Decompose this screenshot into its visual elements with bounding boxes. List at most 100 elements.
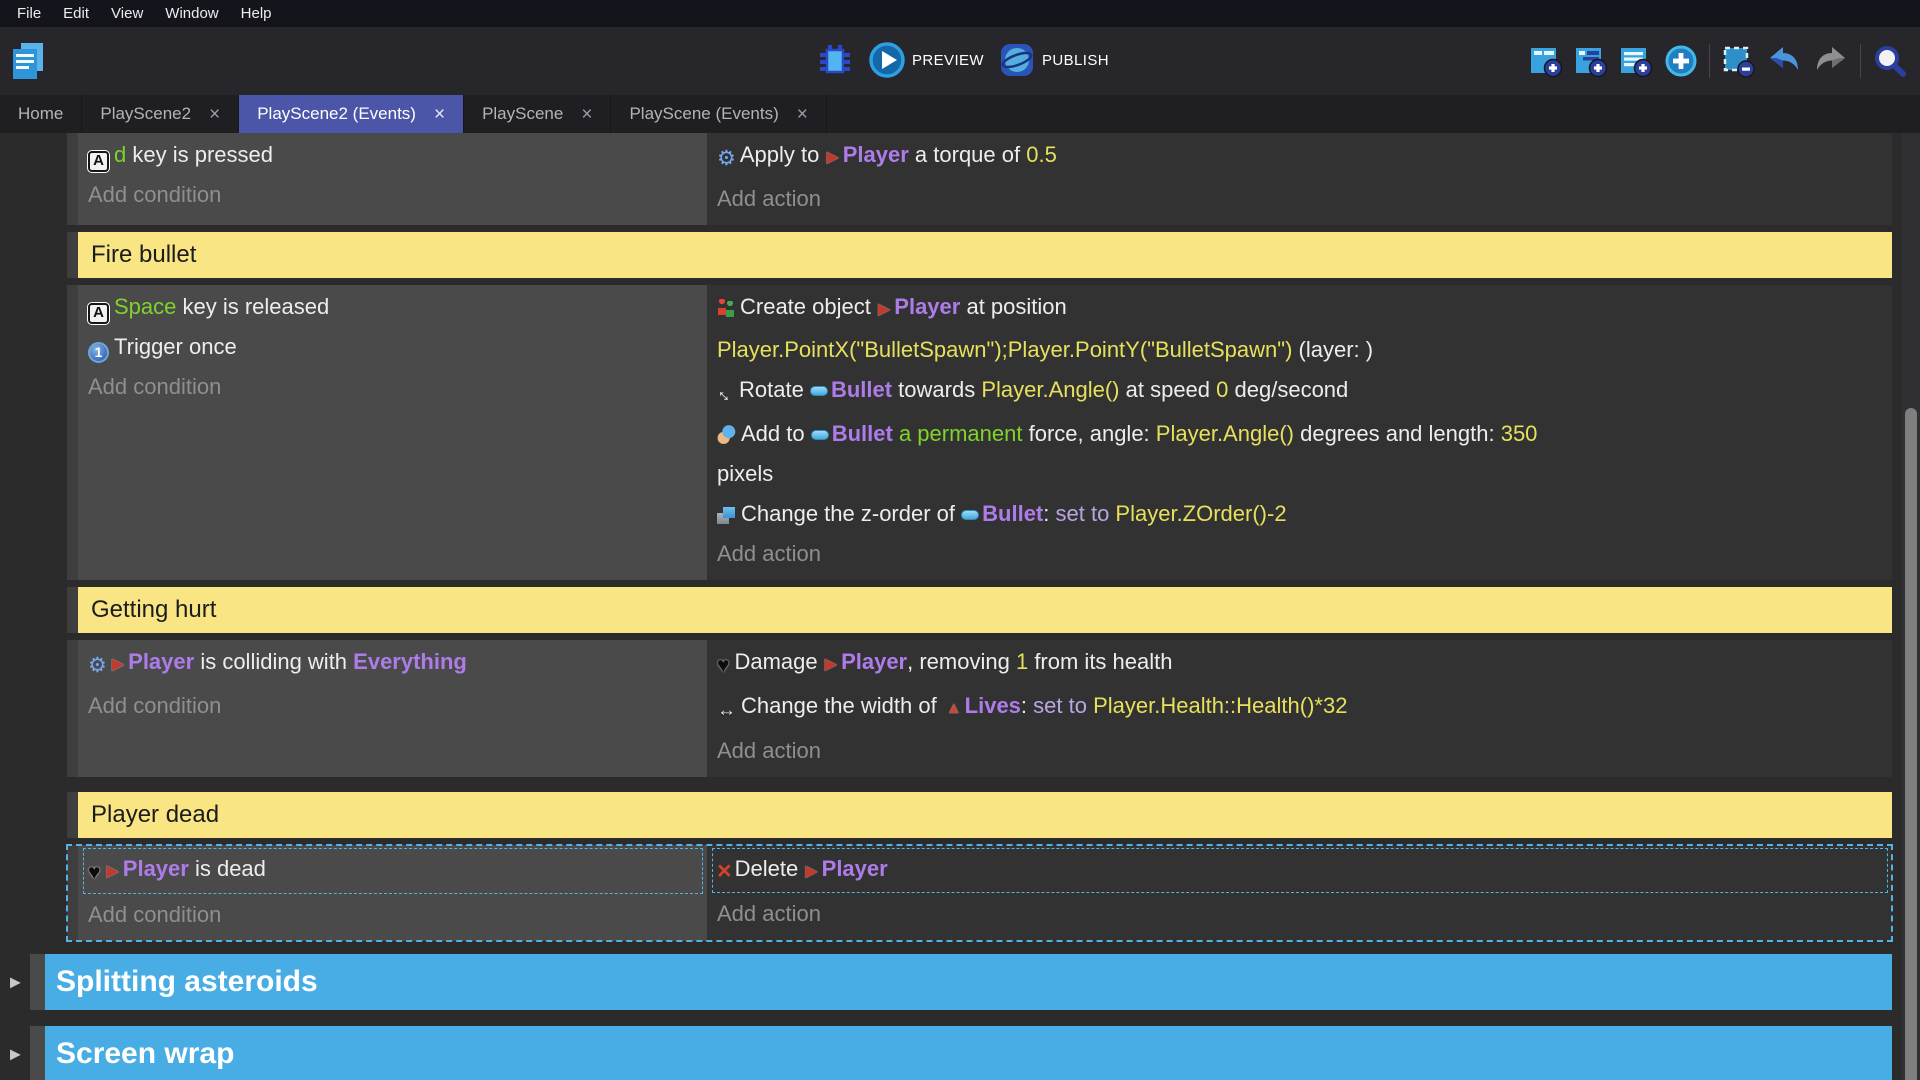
action-item[interactable]: Change the z-order of Bullet: set to Pla… bbox=[717, 494, 1884, 534]
add-event-icon[interactable] bbox=[1529, 44, 1563, 78]
tab-playscene2[interactable]: PlayScene2× bbox=[82, 95, 239, 133]
condition-item[interactable]: ASpace key is released bbox=[88, 287, 699, 327]
text-segment: set to bbox=[1033, 693, 1093, 718]
force-icon bbox=[717, 425, 736, 444]
tab-close-icon[interactable]: × bbox=[581, 105, 592, 124]
heart-icon: ♥ bbox=[717, 646, 729, 686]
add-subevent-icon[interactable] bbox=[1574, 44, 1608, 78]
tab-close-icon[interactable]: × bbox=[434, 105, 445, 124]
preview-button[interactable]: PREVIEW bbox=[868, 41, 984, 79]
expand-arrow-icon[interactable]: ▶ bbox=[10, 974, 21, 991]
menu-item-view[interactable]: View bbox=[100, 0, 154, 27]
add-action-button[interactable]: Add action bbox=[717, 179, 1884, 219]
row-gutter bbox=[0, 285, 67, 580]
comment-text[interactable]: Player dead bbox=[78, 792, 1892, 838]
actions-column: Create object ▶Player at position Player.… bbox=[707, 285, 1892, 580]
heart-icon: ♥ bbox=[88, 853, 100, 893]
tab-close-icon[interactable]: × bbox=[797, 105, 808, 124]
deselect-icon[interactable] bbox=[1721, 44, 1755, 78]
bullet-icon bbox=[810, 386, 828, 396]
group-header[interactable]: Splitting asteroids bbox=[45, 954, 1892, 1010]
events-sheet-icon[interactable] bbox=[8, 41, 48, 81]
action-item[interactable]: ×Delete ▶Player bbox=[712, 848, 1888, 893]
text-segment: , removing bbox=[907, 649, 1016, 674]
text-segment: : bbox=[1021, 693, 1033, 718]
action-item[interactable]: pixels bbox=[717, 454, 1884, 494]
text-segment: Space bbox=[114, 294, 176, 319]
text-segment: Bullet bbox=[831, 377, 892, 402]
search-icon[interactable] bbox=[1872, 43, 1908, 79]
group-header[interactable]: Screen wrap bbox=[45, 1026, 1892, 1080]
add-comment-icon[interactable] bbox=[1619, 44, 1653, 78]
tab-home[interactable]: Home bbox=[0, 95, 82, 133]
drag-handle[interactable] bbox=[67, 640, 78, 777]
drag-handle[interactable] bbox=[30, 954, 45, 1010]
text-segment: is dead bbox=[189, 856, 266, 881]
row-gutter bbox=[0, 133, 67, 225]
player-icon: ▶ bbox=[878, 290, 890, 330]
text-segment: Bullet bbox=[832, 421, 893, 446]
comment-row: Player dead bbox=[0, 792, 1920, 838]
add-condition-button[interactable]: Add condition bbox=[88, 895, 699, 935]
text-segment: Create object bbox=[740, 294, 877, 319]
add-action-button[interactable]: Add action bbox=[717, 894, 1884, 934]
text-segment: 1 bbox=[1016, 649, 1028, 674]
tab-bar: HomePlayScene2×PlayScene2 (Events)×PlayS… bbox=[0, 95, 1920, 133]
text-segment: Player.PointX("BulletSpawn");Player.Poin… bbox=[717, 337, 1292, 362]
redo-icon[interactable] bbox=[1813, 44, 1849, 78]
action-item[interactable]: ↔Rotate Bullet towards Player.Angle() at… bbox=[717, 370, 1884, 414]
drag-handle[interactable] bbox=[67, 845, 78, 941]
preview-play-icon bbox=[868, 41, 906, 79]
tab-close-icon[interactable]: × bbox=[209, 105, 220, 124]
text-segment: d bbox=[114, 142, 126, 167]
add-condition-button[interactable]: Add condition bbox=[88, 686, 699, 726]
drag-handle[interactable] bbox=[67, 792, 78, 838]
action-item[interactable]: ↔Change the width of ▲Lives: set to Play… bbox=[717, 686, 1884, 731]
condition-item[interactable]: 1Trigger once bbox=[88, 327, 699, 367]
drag-handle[interactable] bbox=[67, 587, 78, 633]
tab-playscene[interactable]: PlayScene× bbox=[464, 95, 611, 133]
scrollbar-track[interactable] bbox=[1902, 133, 1920, 1080]
menu-item-edit[interactable]: Edit bbox=[52, 0, 100, 27]
scrollbar-thumb[interactable] bbox=[1905, 408, 1917, 1080]
add-condition-button[interactable]: Add condition bbox=[88, 367, 699, 407]
publish-globe-icon bbox=[998, 41, 1036, 79]
drag-handle[interactable] bbox=[30, 1026, 45, 1080]
add-circle-icon[interactable] bbox=[1664, 44, 1698, 78]
menu-item-window[interactable]: Window bbox=[154, 0, 229, 27]
condition-item[interactable]: ⚙▶Player is colliding with Everything bbox=[88, 642, 699, 686]
tab-playscene2-events[interactable]: PlayScene2 (Events)× bbox=[239, 95, 464, 133]
add-condition-button[interactable]: Add condition bbox=[88, 175, 699, 215]
text-segment: Player.ZOrder()-2 bbox=[1115, 501, 1286, 526]
condition-item[interactable]: Ad key is pressed bbox=[88, 135, 699, 175]
action-item[interactable]: Create object ▶Player at position bbox=[717, 287, 1884, 330]
text-segment: : bbox=[1043, 501, 1055, 526]
conditions-column: Ad key is pressedAdd condition bbox=[78, 133, 707, 225]
undo-icon[interactable] bbox=[1766, 44, 1802, 78]
menu-item-help[interactable]: Help bbox=[230, 0, 283, 27]
comment-text[interactable]: Fire bullet bbox=[78, 232, 1892, 278]
action-item[interactable]: Player.PointX("BulletSpawn");Player.Poin… bbox=[717, 330, 1884, 370]
action-item[interactable]: Add to Bullet a permanent force, angle: … bbox=[717, 414, 1884, 454]
tab-playscene-events[interactable]: PlayScene (Events)× bbox=[611, 95, 826, 133]
expand-arrow-icon[interactable]: ▶ bbox=[10, 1046, 21, 1063]
action-item[interactable]: ⚙Apply to ▶Player a torque of 0.5 bbox=[717, 135, 1884, 179]
condition-item[interactable]: ♥▶Player is dead bbox=[83, 848, 703, 894]
menu-item-file[interactable]: File bbox=[6, 0, 52, 27]
publish-button[interactable]: PUBLISH bbox=[998, 41, 1109, 79]
text-segment: Player bbox=[123, 856, 189, 881]
gdevelop-window: FileEditViewWindowHelp bbox=[0, 0, 1920, 1080]
toolbar: PREVIEW PUBLISH bbox=[0, 27, 1920, 95]
debugger-icon[interactable] bbox=[816, 41, 854, 79]
player-icon: ▶ bbox=[106, 852, 118, 892]
add-action-button[interactable]: Add action bbox=[717, 534, 1884, 574]
drag-handle[interactable] bbox=[67, 232, 78, 278]
text-segment: 0 bbox=[1216, 377, 1228, 402]
action-item[interactable]: ♥Damage ▶Player, removing 1 from its hea… bbox=[717, 642, 1884, 686]
comment-text[interactable]: Getting hurt bbox=[78, 587, 1892, 633]
text-segment: 0.5 bbox=[1026, 142, 1057, 167]
drag-handle[interactable] bbox=[67, 285, 78, 580]
add-action-button[interactable]: Add action bbox=[717, 731, 1884, 771]
drag-handle[interactable] bbox=[67, 133, 78, 225]
delete-icon: × bbox=[717, 851, 732, 891]
